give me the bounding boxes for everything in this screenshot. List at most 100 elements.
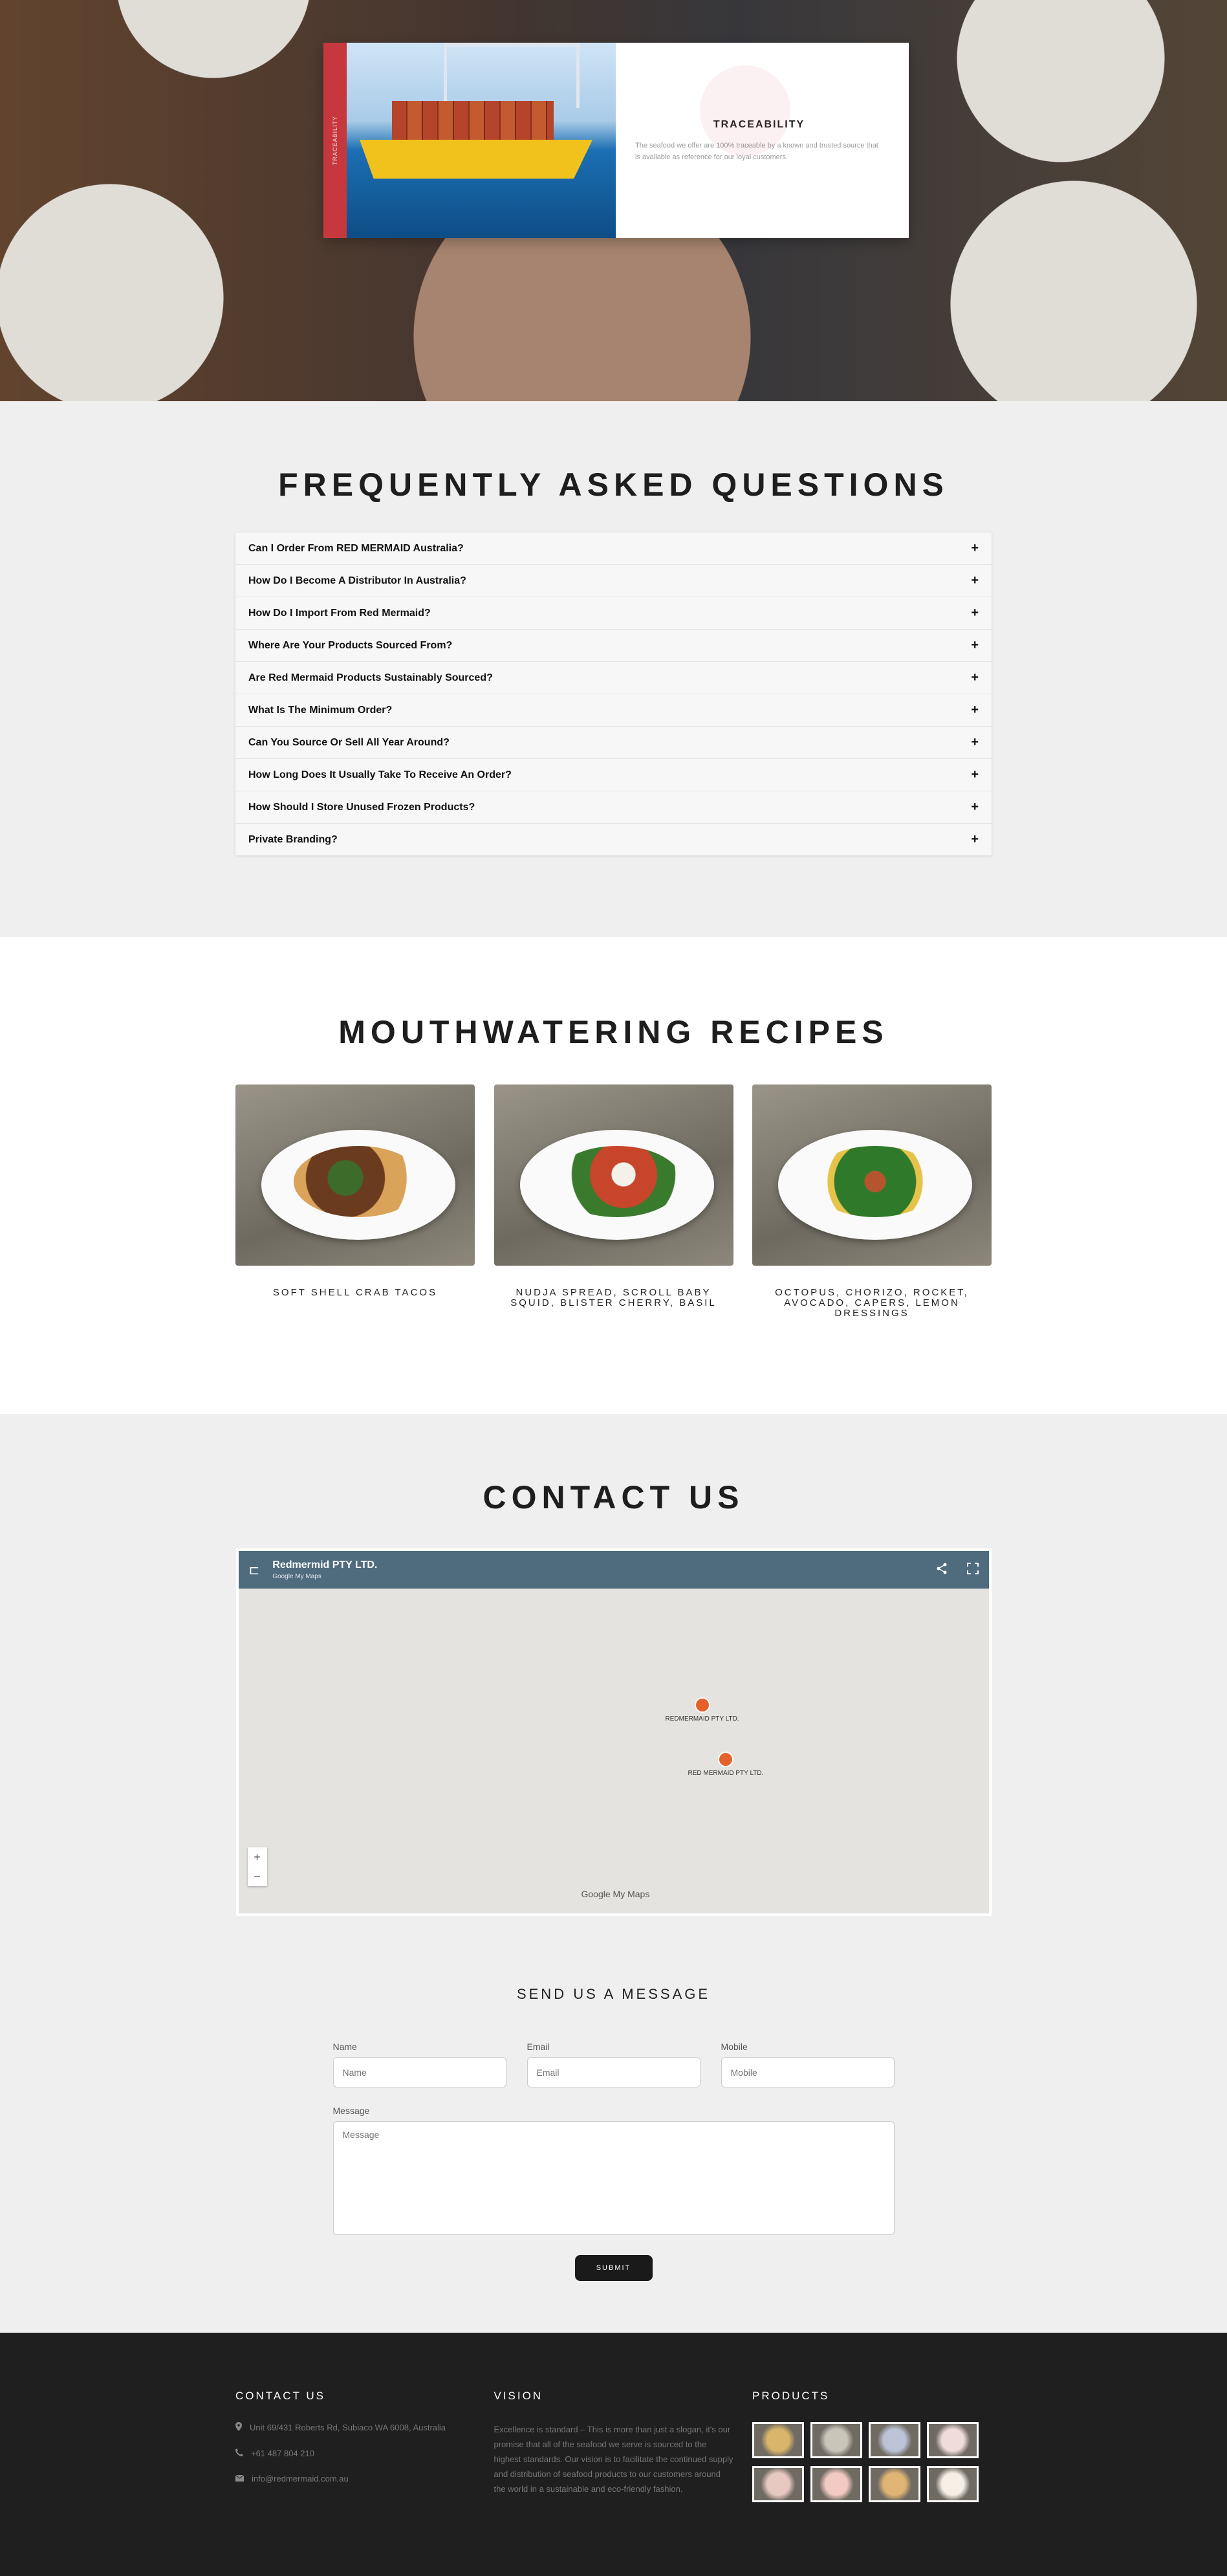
product-thumbnails <box>752 2422 992 2502</box>
faq-question: Can You Source Or Sell All Year Around? <box>248 736 450 748</box>
contact-section: CONTACT US ⊏ Redmermid PTY LTD. Google M… <box>0 1414 1227 2333</box>
plus-icon[interactable]: + <box>971 703 979 718</box>
product-thumb[interactable] <box>752 2466 804 2502</box>
address-text: Unit 69/431 Roberts Rd, Subiaco WA 6008,… <box>250 2423 446 2432</box>
footer-email[interactable]: info@redmermaid.com.au <box>235 2474 475 2483</box>
google-my-maps-logo: Google My Maps <box>581 1889 650 1899</box>
crane-shape <box>444 43 580 108</box>
footer-address: Unit 69/431 Roberts Rd, Subiaco WA 6008,… <box>235 2422 475 2433</box>
faq-question: How Do I Import From Red Mermaid? <box>248 607 431 619</box>
map-heading: Redmermid PTY LTD. Google My Maps <box>272 1559 377 1580</box>
zoom-controls: + − <box>247 1847 267 1886</box>
mobile-field-wrap: Mobile <box>721 2042 895 2087</box>
pin-icon[interactable] <box>694 1697 710 1713</box>
map-embed[interactable]: ⊏ Redmermid PTY LTD. Google My Maps REDM… <box>235 1548 992 1916</box>
recipe-list: SOFT SHELL CRAB TACOS NUDJA SPREAD, SCRO… <box>235 1084 992 1319</box>
phone-text[interactable]: +61 487 804 210 <box>251 2449 314 2458</box>
send-message-title: SEND US A MESSAGE <box>516 1986 711 2002</box>
submit-wrap: SUBMIT <box>333 2255 895 2281</box>
faq-item[interactable]: How Long Does It Usually Take To Receive… <box>235 759 992 791</box>
plus-icon[interactable]: + <box>971 670 979 685</box>
email-input[interactable] <box>527 2057 700 2087</box>
plus-icon[interactable]: + <box>971 573 979 588</box>
message-textarea[interactable] <box>332 2121 895 2235</box>
faq-item[interactable]: Private Branding? + <box>235 824 992 855</box>
faq-item[interactable]: Can You Source Or Sell All Year Around? + <box>235 727 992 759</box>
faq-item[interactable]: How Do I Import From Red Mermaid? + <box>235 597 992 630</box>
footer-phone[interactable]: +61 487 804 210 <box>235 2449 475 2458</box>
traceability-strip: TRACEABILITY <box>323 43 347 238</box>
faq-item[interactable]: Can I Order From RED MERMAID Australia? + <box>235 533 992 565</box>
name-input[interactable] <box>332 2057 506 2087</box>
faq-question: Can I Order From RED MERMAID Australia? <box>248 542 464 554</box>
plus-icon[interactable]: + <box>971 800 979 815</box>
plus-icon[interactable]: + <box>971 832 979 847</box>
faq-question: How Long Does It Usually Take To Receive… <box>248 769 512 780</box>
email-text[interactable]: info@redmermaid.com.au <box>252 2474 349 2483</box>
phone-icon <box>235 2449 243 2458</box>
map-pin[interactable]: RED MERMAID PTY LTD. <box>688 1752 763 1777</box>
product-thumb[interactable] <box>869 2466 920 2502</box>
recipes-section: MOUTHWATERING RECIPES SOFT SHELL CRAB TA… <box>0 937 1227 1414</box>
map-pin[interactable]: REDMERMAID PTY LTD. <box>666 1697 739 1723</box>
footer-vision: VISION Excellence is standard – This is … <box>494 2390 733 2502</box>
product-thumb[interactable] <box>810 2466 862 2502</box>
zoom-in-button[interactable]: + <box>248 1847 267 1867</box>
recipes-title: MOUTHWATERING RECIPES <box>338 1014 889 1050</box>
faq-item[interactable]: How Should I Store Unused Frozen Product… <box>235 791 992 824</box>
product-thumb[interactable] <box>869 2422 920 2458</box>
recipe-name[interactable]: SOFT SHELL CRAB TACOS <box>235 1288 475 1298</box>
footer-contact: CONTACT US Unit 69/431 Roberts Rd, Subia… <box>235 2390 475 2502</box>
watermark-logo <box>700 65 790 156</box>
mobile-input[interactable] <box>721 2057 895 2087</box>
faq-list: Can I Order From RED MERMAID Australia? +… <box>235 533 992 855</box>
recipe-image[interactable] <box>752 1084 992 1266</box>
recipe-card[interactable]: NUDJA SPREAD, SCROLL BABY SQUID, BLISTER… <box>494 1084 733 1319</box>
faq-item[interactable]: How Do I Become A Distributor In Austral… <box>235 565 992 597</box>
plus-icon[interactable]: + <box>971 767 979 782</box>
contact-form: Name Email Mobile Message SUBMIT <box>332 2042 895 2281</box>
plus-icon[interactable]: + <box>971 735 979 750</box>
recipe-image[interactable] <box>494 1084 733 1266</box>
email-label: Email <box>527 2042 550 2052</box>
faq-item[interactable]: Are Red Mermaid Products Sustainably Sou… <box>235 662 992 694</box>
share-icon[interactable] <box>936 1563 948 1578</box>
footer-products: PRODUCTS <box>752 2390 992 2502</box>
traceability-text: TRACEABILITY The seafood we offer are 10… <box>616 43 909 238</box>
fullscreen-icon[interactable] <box>966 1562 979 1578</box>
faq-question: How Should I Store Unused Frozen Product… <box>248 801 475 813</box>
product-thumb[interactable] <box>752 2422 804 2458</box>
recipe-card[interactable]: SOFT SHELL CRAB TACOS <box>235 1084 475 1319</box>
product-thumb[interactable] <box>927 2466 979 2502</box>
food-shape <box>810 1146 940 1217</box>
submit-button[interactable]: SUBMIT <box>574 2255 653 2281</box>
recipe-name[interactable]: NUDJA SPREAD, SCROLL BABY SQUID, BLISTER… <box>494 1288 733 1308</box>
product-thumb[interactable] <box>927 2422 979 2458</box>
map-title[interactable]: Redmermid PTY LTD. <box>272 1559 377 1571</box>
ship-containers <box>392 101 554 141</box>
faq-item[interactable]: What Is The Minimum Order? + <box>235 694 992 727</box>
name-field-wrap: Name <box>332 2042 506 2087</box>
recipe-card[interactable]: OCTOPUS, CHORIZO, ROCKET, AVOCADO, CAPER… <box>752 1084 992 1319</box>
product-thumb[interactable] <box>810 2422 862 2458</box>
name-label: Name <box>332 2042 357 2052</box>
contact-title: CONTACT US <box>483 1479 744 1515</box>
message-label: Message <box>332 2106 370 2116</box>
recipe-name[interactable]: OCTOPUS, CHORIZO, ROCKET, AVOCADO, CAPER… <box>752 1288 992 1319</box>
recipe-image[interactable] <box>235 1084 475 1266</box>
pin-icon[interactable] <box>717 1752 733 1767</box>
plus-icon[interactable]: + <box>971 606 979 621</box>
ship-hull <box>360 140 592 179</box>
map-menu-icon[interactable]: ⊏ <box>249 1562 260 1578</box>
plus-icon[interactable]: + <box>971 638 979 653</box>
faq-item[interactable]: Where Are Your Products Sourced From? + <box>235 630 992 662</box>
hero-banner: TRACEABILITY TRACEABILITY The seafood we… <box>0 0 1227 401</box>
plus-icon[interactable]: + <box>971 541 979 556</box>
map-subtitle: Google My Maps <box>272 1573 321 1580</box>
zoom-out-button[interactable]: − <box>248 1867 267 1886</box>
map-actions <box>936 1562 979 1578</box>
form-row: Name Email Mobile <box>332 2042 895 2087</box>
pin-label: REDMERMAID PTY LTD. <box>665 1715 739 1723</box>
food-shape <box>552 1146 682 1217</box>
message-field-wrap: Message <box>332 2106 895 2238</box>
